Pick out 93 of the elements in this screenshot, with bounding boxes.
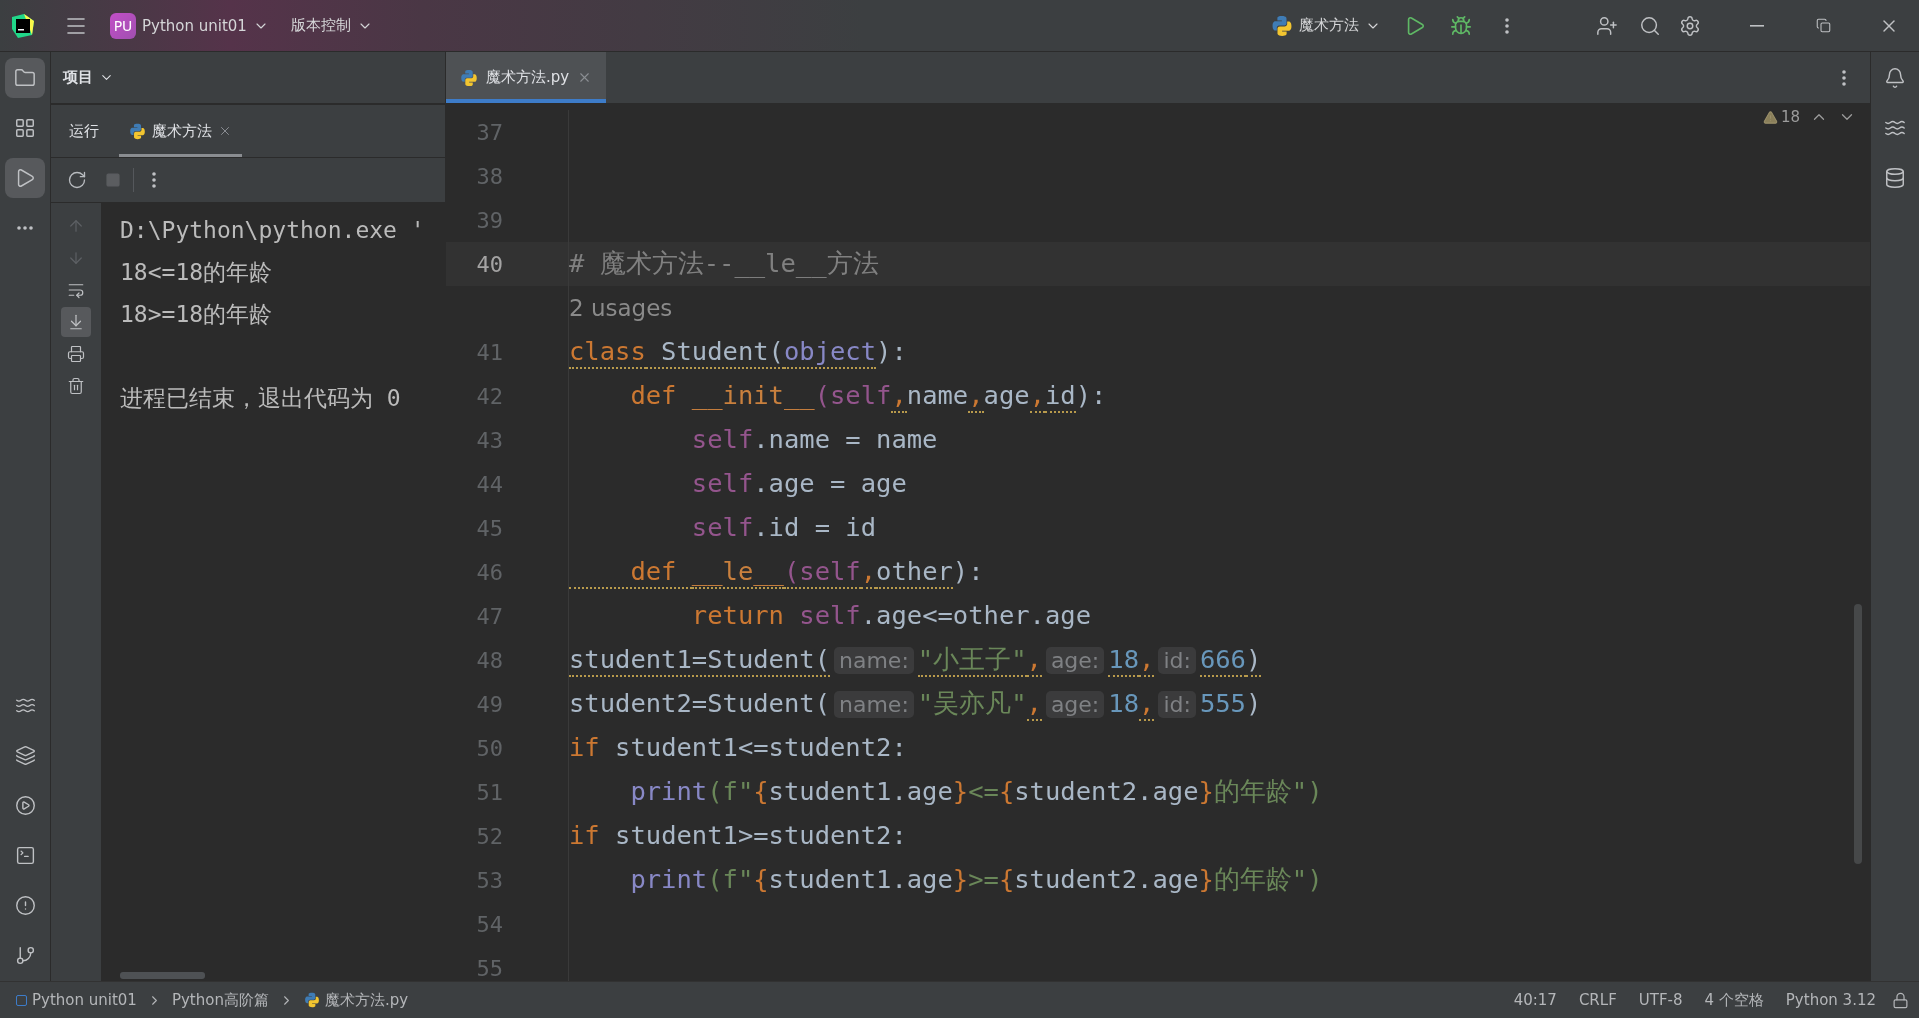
- code-line: def __le__(self,other):: [569, 555, 984, 589]
- code-line: print(f"{student1.age}>={student2.age}的年龄"): [629, 863, 1323, 896]
- code-line: student2=Student( name: "吴亦凡", age: 18, id: 555): [569, 687, 1262, 721]
- soft-wrap-icon: [67, 281, 85, 299]
- terminal-icon: [14, 844, 36, 866]
- code-line: class Student(object):: [569, 335, 907, 369]
- scrollbar[interactable]: [120, 972, 205, 979]
- run-config-dropdown[interactable]: 魔术方法: [1263, 10, 1389, 41]
- code-line: # 魔术方法--__le__方法: [569, 247, 879, 280]
- editor-tab[interactable]: 魔术方法.py: [446, 52, 607, 103]
- run-tab[interactable]: 魔术方法: [119, 105, 242, 157]
- code-line: self.id = id: [690, 511, 877, 544]
- more-icon: [1842, 69, 1846, 86]
- python-icon: [303, 992, 320, 1008]
- scrollbar[interactable]: [1854, 604, 1862, 864]
- line-number: 55: [476, 955, 503, 981]
- line-number: 51: [476, 779, 503, 805]
- line-number: 52: [476, 823, 503, 849]
- lock-icon: [1892, 991, 1909, 1009]
- database-icon: [1884, 167, 1906, 189]
- code-line: self.age = age: [690, 467, 907, 500]
- code-line: def __init__(self,name,age,id):: [569, 379, 1107, 413]
- console-line: 18>=18的年龄: [120, 301, 273, 327]
- warning-count[interactable]: 18: [1762, 108, 1800, 126]
- project-menu[interactable]: PU Python unit01: [102, 8, 277, 43]
- arrow-down-icon: [67, 249, 85, 267]
- layers-icon: [14, 744, 36, 766]
- minimize-icon: [1750, 24, 1764, 27]
- bell-icon: [1884, 67, 1906, 89]
- more-icon: [1505, 17, 1509, 34]
- stop-icon: [105, 172, 121, 188]
- code-line: if student1>=student2:: [569, 819, 907, 852]
- line-number: 45: [476, 515, 503, 541]
- project-tool-button[interactable]: [5, 58, 45, 98]
- status-item[interactable]: 4 个空格: [1698, 990, 1770, 1010]
- status-item[interactable]: 40:17: [1507, 991, 1563, 1009]
- warning-icon: [1762, 109, 1778, 125]
- rerun-icon: [67, 170, 87, 190]
- console-line: 18<=18的年龄: [120, 259, 273, 285]
- status-item[interactable]: Python 3.12: [1779, 991, 1882, 1009]
- add-user-icon: [1596, 14, 1618, 37]
- usages-hint[interactable]: 2 usages: [569, 295, 673, 321]
- line-number: 53: [476, 867, 503, 893]
- search-icon: [1639, 14, 1661, 37]
- line-number: 49: [476, 691, 503, 717]
- line-number: 39: [476, 207, 503, 233]
- breadcrumb[interactable]: 魔术方法.py: [303, 990, 409, 1010]
- run-tool-button[interactable]: [5, 158, 45, 198]
- scroll-to-end-icon: [67, 313, 85, 331]
- line-number: 54: [476, 911, 503, 937]
- restore-icon: [1815, 18, 1831, 33]
- close-icon: [218, 124, 232, 138]
- line-number: 50: [476, 735, 503, 761]
- alert-icon: [14, 894, 36, 916]
- line-number: 43: [476, 427, 503, 453]
- code-line: if student1<=student2:: [569, 731, 907, 764]
- line-number: 41: [476, 339, 503, 365]
- play-circle-icon: [14, 794, 36, 816]
- branch-icon: [14, 944, 36, 966]
- code-line: return self.age<=other.age: [690, 599, 1091, 632]
- code-line: print(f"{student1.age}<={student2.age}的年龄"): [629, 775, 1323, 808]
- line-number: 37: [476, 119, 503, 145]
- more-icon: [17, 226, 33, 230]
- print-icon: [67, 345, 85, 363]
- breadcrumb[interactable]: Python高阶篇: [171, 990, 269, 1010]
- line-number: 42: [476, 383, 503, 409]
- run-tab[interactable]: 运行: [59, 105, 109, 157]
- vcs-menu[interactable]: 版本控制: [282, 12, 381, 39]
- python-icon: [1271, 14, 1293, 37]
- status-item[interactable]: CRLF: [1572, 991, 1623, 1009]
- trash-icon: [67, 377, 85, 395]
- exit-message: 进程已结束，退出代码为 0: [120, 385, 401, 411]
- breadcrumb[interactable]: Python unit01: [16, 991, 137, 1009]
- line-number: 44: [476, 471, 503, 497]
- app-logo[interactable]: [10, 12, 36, 39]
- settings-icon: [1679, 14, 1701, 37]
- line-number: 48: [476, 647, 503, 673]
- folder-icon: [14, 67, 36, 89]
- structure-icon: [14, 117, 36, 139]
- line-number: 47: [476, 603, 503, 629]
- code-line: self.name = name: [690, 423, 938, 456]
- scroll-to-end-button[interactable]: [61, 307, 91, 337]
- more-icon: [152, 172, 156, 188]
- console-line: D:\Python\python.exe ': [120, 217, 425, 243]
- line-number: 40: [476, 251, 503, 277]
- bug-icon: [1450, 14, 1472, 37]
- status-item[interactable]: UTF-8: [1632, 991, 1689, 1009]
- python-icon: [129, 122, 146, 140]
- project-panel-title[interactable]: 项目: [63, 68, 114, 87]
- line-number: 46: [476, 559, 503, 585]
- code-line: student1=Student( name: "小王子", age: 18, id: 666): [569, 643, 1262, 677]
- line-number: 38: [476, 163, 503, 189]
- python-icon: [460, 68, 478, 87]
